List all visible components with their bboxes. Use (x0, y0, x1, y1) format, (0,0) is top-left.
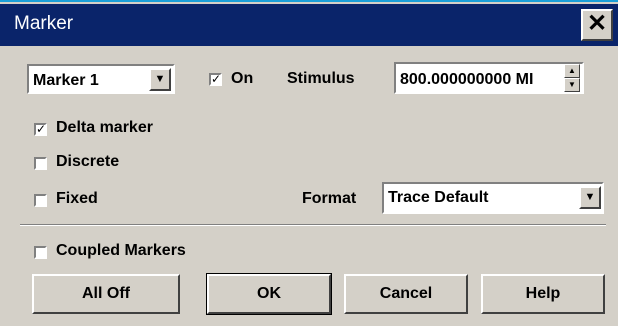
format-select-dropdown-button[interactable]: ▼ (579, 186, 601, 209)
format-select[interactable]: Trace Default ▼ (382, 182, 604, 214)
discrete-checkbox[interactable] (34, 157, 47, 170)
format-select-value: Trace Default (388, 189, 489, 206)
help-button[interactable]: Help (481, 274, 605, 314)
stimulus-decrement-button[interactable]: ▼ (564, 78, 580, 92)
check-icon: ✓ (36, 122, 47, 136)
chevron-down-icon: ▼ (154, 73, 166, 85)
coupled-markers-checkbox[interactable] (34, 246, 47, 259)
fixed-label: Fixed (56, 190, 98, 207)
marker-select-value: Marker 1 (33, 72, 99, 89)
arrow-down-icon: ▼ (568, 80, 576, 89)
marker-select[interactable]: Marker 1 ▼ (27, 64, 175, 94)
check-icon: ✓ (211, 72, 222, 86)
discrete-label: Discrete (56, 153, 120, 170)
cancel-button[interactable]: Cancel (344, 274, 468, 314)
delta-marker-checkbox[interactable]: ✓ (34, 123, 47, 136)
marker-dialog: Marker ✕ Marker 1 ▼ ✓ On Stimulus 800.00… (0, 0, 618, 326)
delta-marker-label: Delta marker (56, 119, 153, 136)
ok-button[interactable]: OK (206, 273, 332, 315)
format-label: Format (302, 190, 357, 207)
stimulus-label: Stimulus (287, 70, 355, 87)
fixed-checkbox[interactable] (34, 194, 47, 207)
on-label: On (231, 70, 254, 87)
dialog-title: Marker (14, 13, 74, 34)
on-checkbox[interactable]: ✓ (209, 73, 222, 86)
all-off-button[interactable]: All Off (32, 274, 180, 314)
stimulus-increment-button[interactable]: ▲ (564, 64, 580, 78)
separator (20, 224, 606, 226)
close-icon: ✕ (586, 10, 608, 37)
title-bar[interactable]: Marker ✕ (0, 4, 618, 46)
stimulus-input[interactable]: 800.000000000 MI ▲ ▼ (394, 62, 584, 94)
marker-select-dropdown-button[interactable]: ▼ (149, 68, 171, 91)
stimulus-value: 800.000000000 MI (400, 71, 534, 88)
chevron-down-icon: ▼ (584, 191, 596, 203)
close-button[interactable]: ✕ (581, 9, 613, 41)
arrow-up-icon: ▲ (568, 66, 576, 75)
coupled-markers-label: Coupled Markers (56, 242, 186, 259)
